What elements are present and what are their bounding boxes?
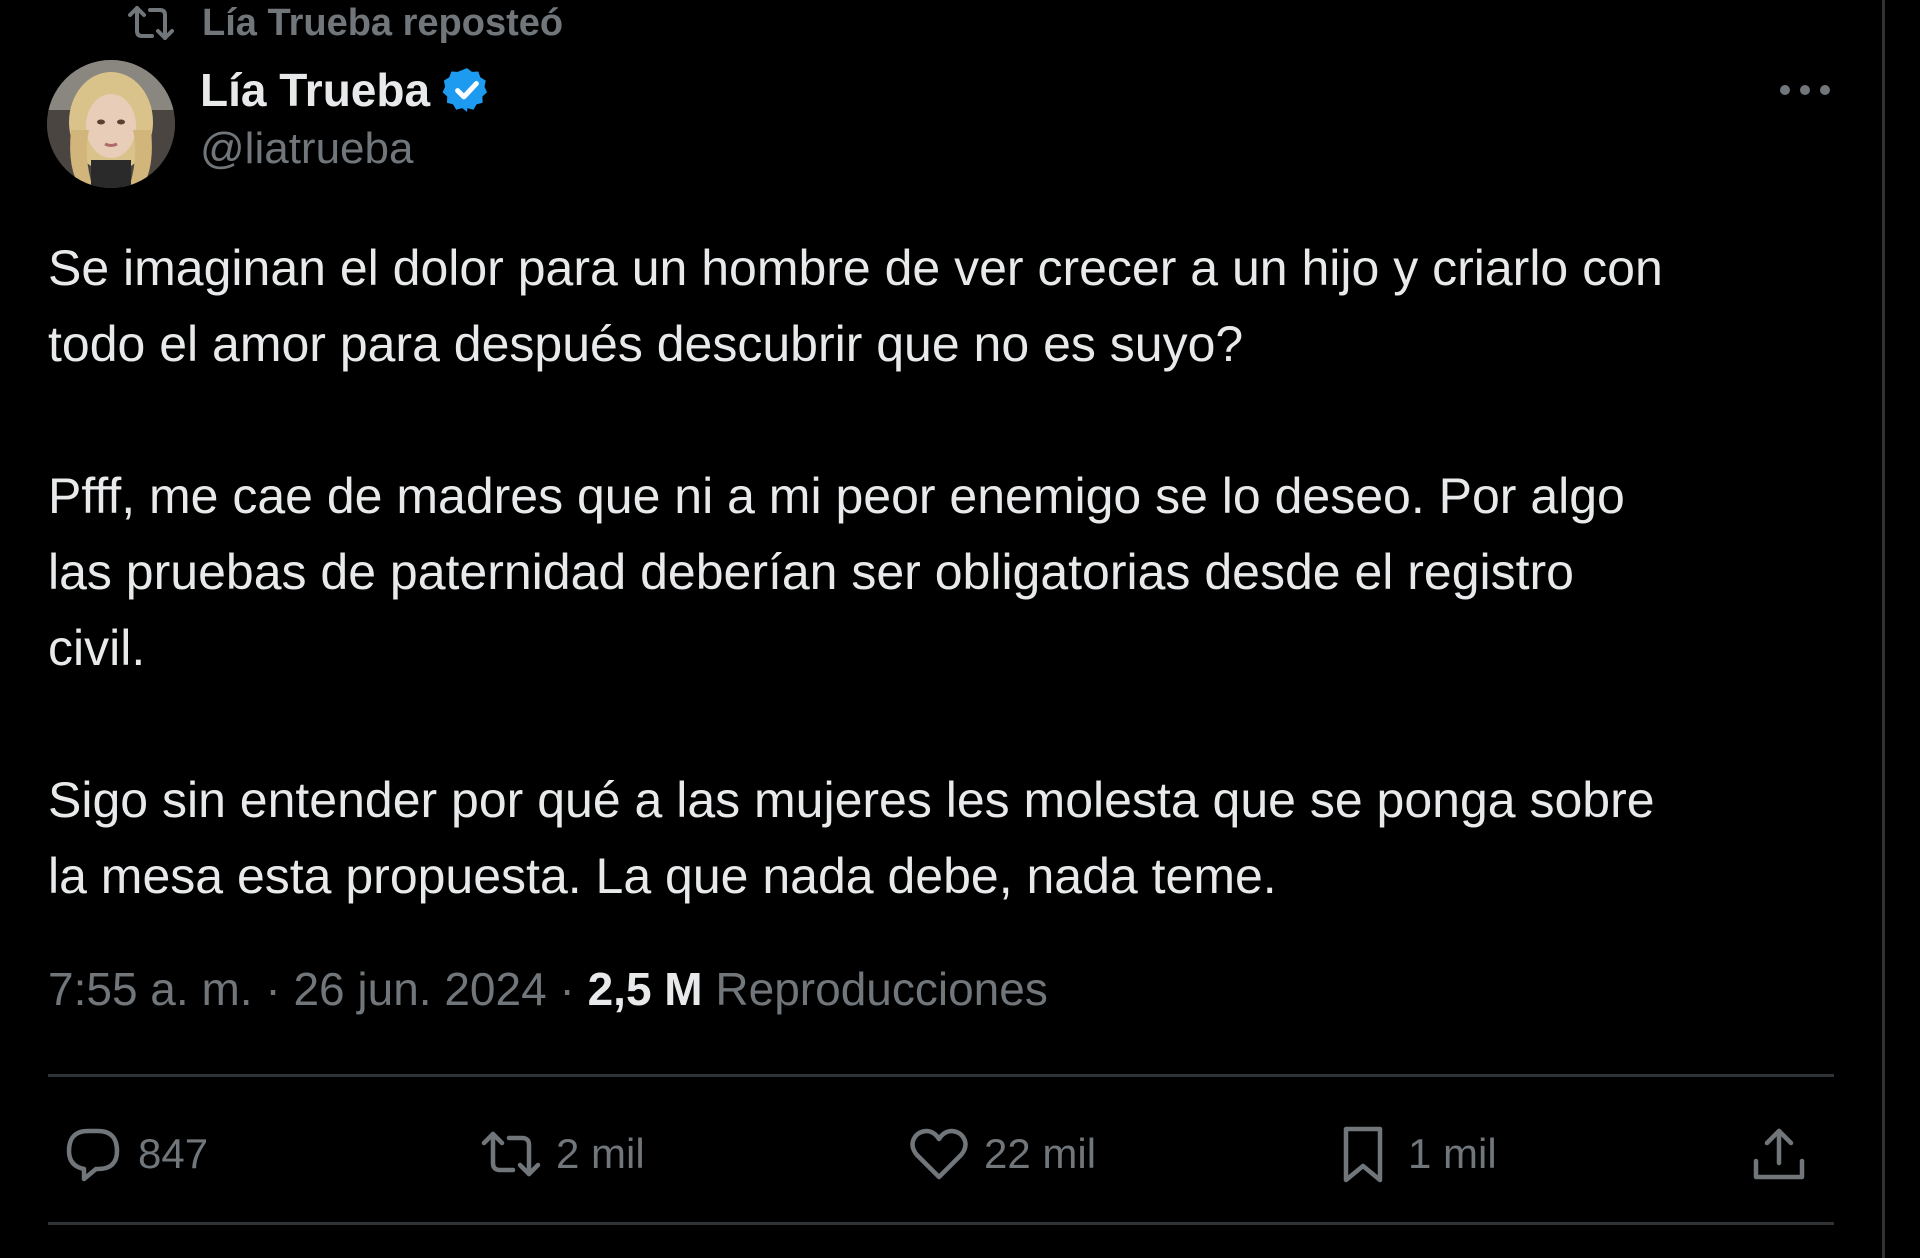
timeline-right-border — [1882, 0, 1885, 1258]
author-name-row: Lía Trueba — [200, 62, 492, 118]
more-dots-icon — [1778, 83, 1832, 97]
share-icon — [1748, 1123, 1810, 1185]
like-count: 22 mil — [984, 1130, 1097, 1177]
tweet-time[interactable]: 7:55 a. m. — [48, 963, 253, 1015]
tweet-text: Se imaginan el dolor para un hombre de v… — [48, 230, 1848, 914]
author-avatar[interactable] — [47, 60, 175, 188]
verified-badge-icon[interactable] — [442, 65, 492, 115]
meta-separator: · — [265, 963, 281, 1015]
divider-bottom — [48, 1222, 1834, 1225]
tweet-meta: 7:55 a. m. · 26 jun. 2024 · 2,5 M Reprod… — [48, 962, 1048, 1016]
repost-icon — [126, 3, 176, 43]
repost-button[interactable]: 2 mil — [480, 1112, 645, 1196]
share-button[interactable] — [1748, 1112, 1810, 1196]
bookmark-icon — [1332, 1123, 1394, 1185]
views-count[interactable]: 2,5 M — [588, 963, 703, 1015]
views-label[interactable]: Reproducciones — [715, 963, 1047, 1015]
author-handle[interactable]: @liatrueba — [200, 124, 492, 174]
author-block: Lía Trueba @liatrueba — [200, 62, 492, 174]
reply-icon — [62, 1123, 124, 1185]
divider-top — [48, 1074, 1834, 1077]
bookmark-button[interactable]: 1 mil — [1332, 1112, 1497, 1196]
action-bar: 847 2 mil 22 mil 1 mil — [48, 1112, 1834, 1196]
like-button[interactable]: 22 mil — [908, 1112, 1096, 1196]
tweet-paragraph: Pfff, me cae de madres que ni a mi peor … — [48, 468, 1625, 676]
more-options-button[interactable] — [1770, 70, 1840, 110]
meta-separator: · — [559, 963, 575, 1015]
author-name[interactable]: Lía Trueba — [200, 63, 430, 117]
repost-header[interactable]: Lía Trueba reposteó — [126, 0, 563, 46]
reply-count: 847 — [138, 1130, 209, 1177]
tweet-paragraph: Sigo sin entender por qué a las mujeres … — [48, 772, 1655, 904]
repost-count: 2 mil — [556, 1130, 645, 1177]
repost-header-label: Lía Trueba reposteó — [202, 1, 564, 44]
reply-button[interactable]: 847 — [62, 1112, 208, 1196]
bookmark-count: 1 mil — [1408, 1130, 1497, 1177]
tweet-paragraph: Se imaginan el dolor para un hombre de v… — [48, 240, 1663, 372]
heart-icon — [908, 1123, 970, 1185]
tweet-date[interactable]: 26 jun. 2024 — [293, 963, 546, 1015]
repost-icon — [480, 1123, 542, 1185]
